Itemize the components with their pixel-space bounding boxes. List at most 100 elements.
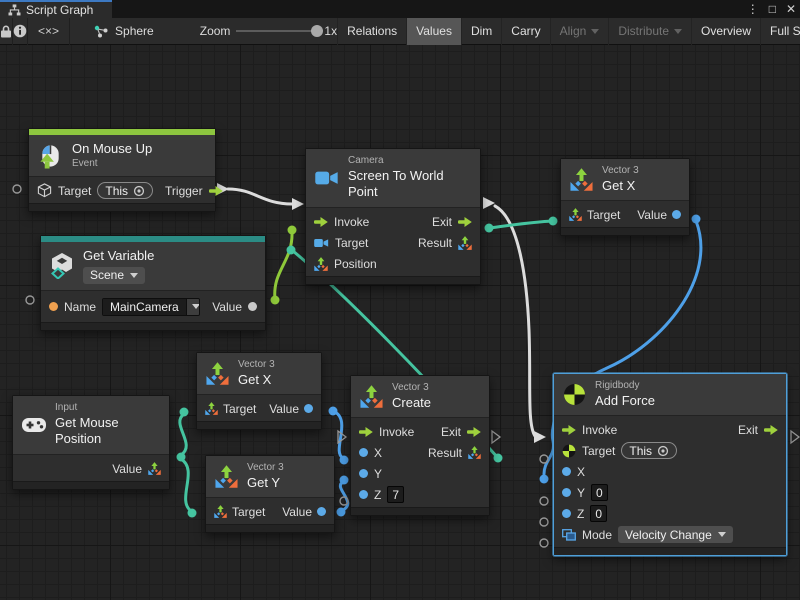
vector3-port-icon[interactable] xyxy=(314,257,328,271)
port-label-exit: Exit xyxy=(738,423,758,437)
node-get-y[interactable]: Vector 3 Get Y Target Value xyxy=(205,455,335,533)
flow-arrow-icon[interactable] xyxy=(209,186,223,196)
port-label-target: Target xyxy=(335,236,368,250)
variable-name-dropdown[interactable]: MainCamera xyxy=(102,298,200,316)
zoom-value: 1x xyxy=(324,24,337,38)
chevron-down-icon xyxy=(591,29,599,34)
target-picker-icon xyxy=(133,185,145,197)
port-label-value: Value xyxy=(212,300,242,314)
node-get-x-mid[interactable]: Vector 3 Get X Target Value xyxy=(196,352,322,430)
float-port[interactable] xyxy=(562,488,571,497)
align-button[interactable]: Align xyxy=(550,18,609,45)
graph-breadcrumb[interactable]: Sphere xyxy=(84,18,164,45)
gameobject-cube-icon xyxy=(37,183,52,198)
more-icon[interactable]: ⋮ xyxy=(747,2,759,16)
node-vector3-create[interactable]: Vector 3 Create Invoke Exit X Result Y Z… xyxy=(350,375,490,516)
get-variable-icon xyxy=(50,253,74,279)
float-port[interactable] xyxy=(304,404,313,413)
force-mode-icon[interactable] xyxy=(562,529,576,541)
port-label-exit: Exit xyxy=(432,215,452,229)
port-label-invoke: Invoke xyxy=(379,425,414,439)
camera-icon xyxy=(315,170,339,186)
node-footer xyxy=(29,203,215,211)
window-tab-bar: Script Graph ⋮ □ ✕ xyxy=(0,0,800,18)
float-port[interactable] xyxy=(359,490,368,499)
close-icon[interactable]: ✕ xyxy=(786,2,796,16)
node-add-force[interactable]: Rigidbody Add Force Invoke Exit Target T… xyxy=(553,373,787,556)
vector3-port-icon[interactable] xyxy=(205,402,218,415)
vector3-icon xyxy=(570,168,593,191)
vector3-port-icon[interactable] xyxy=(148,462,161,475)
zoom-slider-handle[interactable] xyxy=(311,25,323,37)
inspect-button[interactable] xyxy=(13,18,28,45)
float-port[interactable] xyxy=(562,509,571,518)
port-label-value: Value xyxy=(269,402,299,416)
node-category: Vector 3 xyxy=(238,359,275,372)
flow-arrow-icon[interactable] xyxy=(458,217,472,227)
code-view-button[interactable]: <×> xyxy=(28,18,70,45)
float-port[interactable] xyxy=(672,210,681,219)
float-port[interactable] xyxy=(562,467,571,476)
node-footer xyxy=(206,524,334,532)
fullscreen-button[interactable]: Full Screen xyxy=(760,18,800,45)
port-label-x: X xyxy=(577,465,585,479)
node-title: Get Mouse Position xyxy=(55,415,159,449)
port-label-target: Target xyxy=(58,184,91,198)
node-on-mouse-up[interactable]: On Mouse Up Event Target This Trigger xyxy=(28,128,216,212)
graph-toolbar: <×> Sphere Zoom 1x Relations Values Dim … xyxy=(0,18,800,45)
carry-button[interactable]: Carry xyxy=(501,18,549,45)
vector3-port-icon[interactable] xyxy=(214,505,227,518)
port-label-y: Y xyxy=(577,486,585,500)
force-mode-dropdown[interactable]: Velocity Change xyxy=(618,526,733,543)
this-object-picker[interactable]: This xyxy=(621,442,677,459)
rigidbody-icon xyxy=(563,383,586,406)
flow-arrow-icon[interactable] xyxy=(562,425,576,435)
maximize-icon[interactable]: □ xyxy=(769,2,776,16)
port-label-invoke: Invoke xyxy=(582,423,617,437)
chevron-down-icon xyxy=(718,532,726,537)
tab-script-graph[interactable]: Script Graph xyxy=(0,0,112,18)
string-port[interactable] xyxy=(49,302,58,311)
flow-arrow-icon[interactable] xyxy=(764,425,778,435)
port-label-x: X xyxy=(374,446,382,460)
vector3-port-icon[interactable] xyxy=(468,446,481,459)
zoom-label: Zoom xyxy=(200,24,231,38)
zoom-slider[interactable] xyxy=(236,30,318,32)
node-footer xyxy=(306,276,480,284)
node-get-x-top[interactable]: Vector 3 Get X Target Value xyxy=(560,158,690,236)
lock-button[interactable] xyxy=(0,18,13,45)
z-literal-input[interactable]: 0 xyxy=(590,505,607,522)
node-get-mouse-position[interactable]: Input Get Mouse Position Value xyxy=(12,395,170,490)
this-object-picker[interactable]: This xyxy=(97,182,153,199)
vector3-icon xyxy=(215,465,238,488)
rigidbody-port-icon[interactable] xyxy=(562,444,576,458)
node-title: Add Force xyxy=(595,393,655,410)
value-port[interactable] xyxy=(248,302,257,311)
z-literal-input[interactable]: 7 xyxy=(387,486,404,503)
relations-button[interactable]: Relations xyxy=(337,18,406,45)
node-title: Screen To World Point xyxy=(348,168,470,202)
camera-port-icon[interactable] xyxy=(314,238,329,248)
flow-arrow-icon[interactable] xyxy=(314,217,328,227)
overview-button[interactable]: Overview xyxy=(691,18,760,45)
float-port[interactable] xyxy=(359,469,368,478)
vector3-icon xyxy=(360,385,383,408)
graph-badge-icon xyxy=(94,25,108,38)
variable-kind-dropdown[interactable]: Scene xyxy=(83,267,145,284)
node-footer xyxy=(13,481,169,489)
float-port[interactable] xyxy=(359,448,368,457)
node-category: Camera xyxy=(348,155,470,168)
vector3-port-icon[interactable] xyxy=(458,236,472,250)
node-get-variable[interactable]: Get Variable Scene Name MainCamera Value xyxy=(40,235,266,331)
flow-arrow-icon[interactable] xyxy=(359,427,373,437)
port-label-value: Value xyxy=(112,462,142,476)
port-label-invoke: Invoke xyxy=(334,215,369,229)
values-button[interactable]: Values xyxy=(406,18,461,45)
vector3-port-icon[interactable] xyxy=(569,208,582,221)
dim-button[interactable]: Dim xyxy=(461,18,501,45)
distribute-button[interactable]: Distribute xyxy=(608,18,691,45)
y-literal-input[interactable]: 0 xyxy=(591,484,608,501)
node-screen-to-world-point[interactable]: Camera Screen To World Point Invoke Exit… xyxy=(305,148,481,285)
float-port[interactable] xyxy=(317,507,326,516)
flow-arrow-icon[interactable] xyxy=(467,427,481,437)
